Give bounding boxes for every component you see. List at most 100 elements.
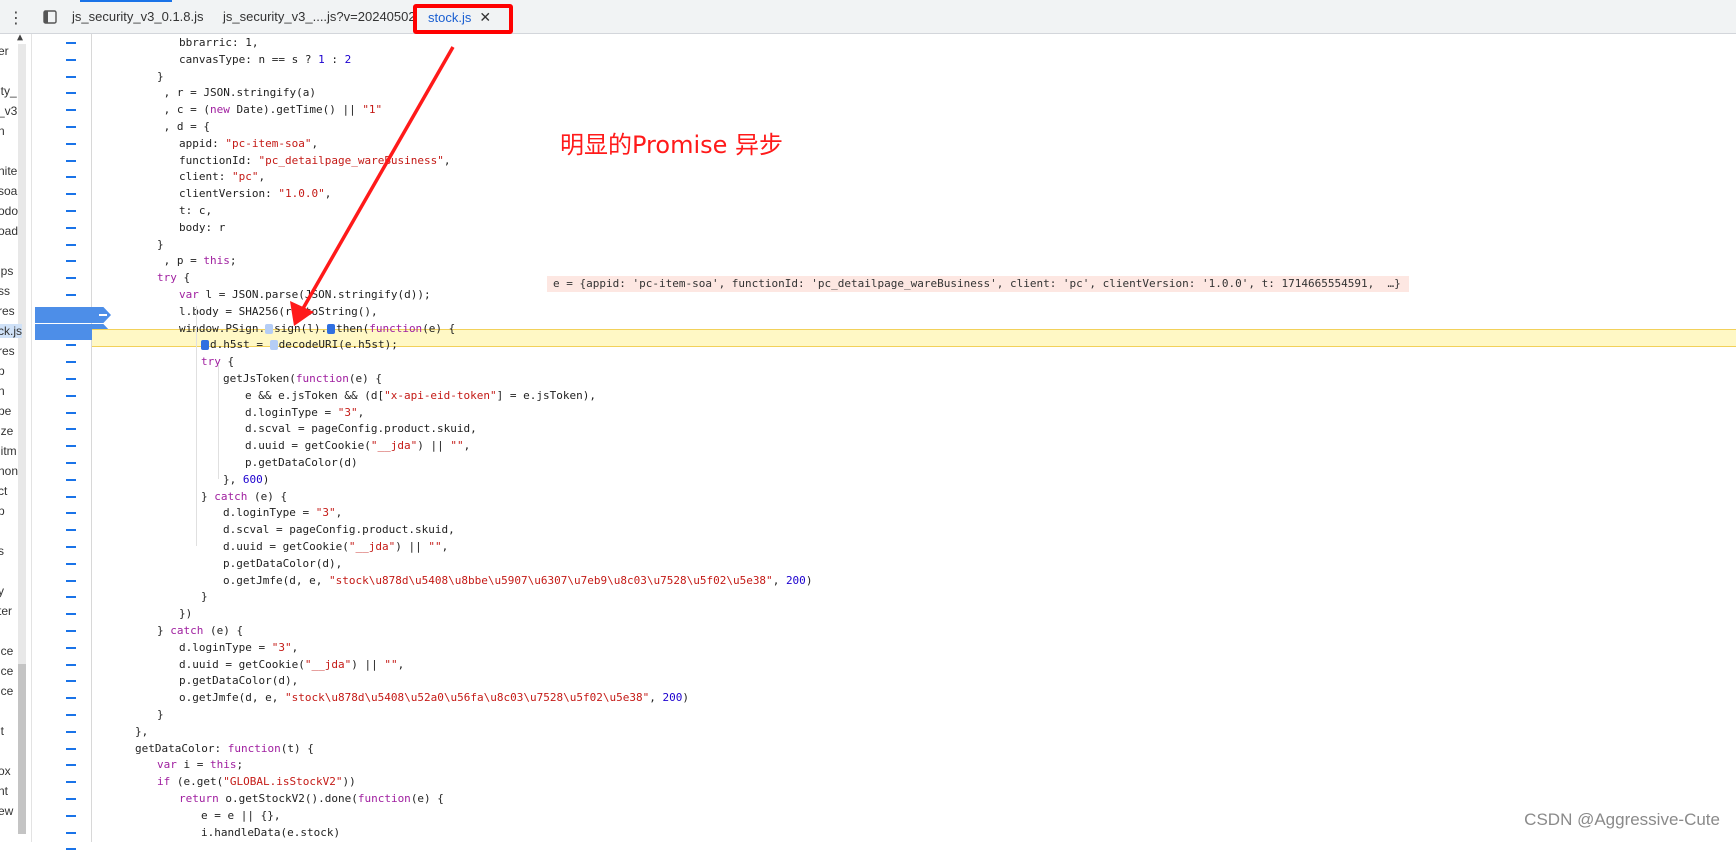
navigator-file-item[interactable]: n <box>0 124 5 138</box>
code-line[interactable]: body: r <box>179 219 225 236</box>
navigator-file-item[interactable]: p <box>0 504 5 518</box>
line-marker[interactable] <box>66 579 76 582</box>
line-marker[interactable] <box>66 764 76 767</box>
code-line[interactable]: } catch (e) { <box>201 488 287 505</box>
code-line[interactable]: } <box>157 706 164 723</box>
navigator-file-item[interactable]: ize <box>0 424 13 438</box>
line-marker[interactable] <box>66 58 76 61</box>
navigator-scrollbar-thumb[interactable] <box>18 664 26 834</box>
line-marker[interactable] <box>66 92 76 95</box>
tab-js-security-v3-versioned[interactable]: js_security_v3_....js?v=20240502 <box>223 0 416 34</box>
line-marker[interactable] <box>66 294 76 296</box>
line-marker[interactable] <box>66 630 76 632</box>
code-line[interactable]: clientVersion: "1.0.0", <box>179 185 331 202</box>
code-line[interactable]: var l = JSON.parse(JSON.stringify(d)); <box>179 286 431 303</box>
code-line[interactable]: appid: "pc-item-soa", <box>179 135 318 152</box>
code-line[interactable]: l.body = SHA256(r).toString(), <box>179 303 378 320</box>
line-marker[interactable] <box>66 831 76 834</box>
line-marker[interactable] <box>66 75 76 78</box>
code-line[interactable]: d.uuid = getCookie("__jda") || "", <box>245 437 470 454</box>
navigator-file-item[interactable]: ice <box>0 664 13 678</box>
navigator-file-item[interactable]: _v3 <box>0 104 17 118</box>
scroll-up-arrow-icon[interactable]: ▲ <box>17 34 23 43</box>
code-line[interactable]: d.loginType = "3", <box>245 404 364 421</box>
code-line[interactable]: bbrarric: 1, <box>179 34 258 51</box>
pause-point-icon[interactable] <box>265 323 274 334</box>
code-line[interactable]: } <box>157 236 164 253</box>
navigator-file-item[interactable]: y <box>0 584 4 598</box>
line-marker[interactable] <box>66 613 76 616</box>
navigator-file-item[interactable]: nt <box>0 784 8 798</box>
navigator-file-item[interactable]: nite <box>0 164 17 178</box>
code-line[interactable]: p.getDataColor(d), <box>179 672 298 689</box>
navigator-file-item[interactable]: ice <box>0 684 13 698</box>
code-line[interactable]: d.h5st = decodeURI(e.h5st); <box>201 336 398 353</box>
code-line[interactable]: i.handleData(e.stock) <box>201 824 340 841</box>
line-number-gutter[interactable] <box>32 34 111 850</box>
line-marker[interactable] <box>66 260 76 263</box>
line-marker[interactable] <box>66 142 76 145</box>
line-marker[interactable] <box>66 697 76 700</box>
navigator-file-item[interactable]: litm <box>0 444 17 458</box>
code-line[interactable]: client: "pc", <box>179 168 265 185</box>
code-line[interactable]: , p = this; <box>157 252 237 269</box>
code-line[interactable]: p.getDataColor(d), <box>223 555 342 572</box>
line-marker[interactable] <box>66 428 76 431</box>
code-line[interactable]: getJsToken(function(e) { <box>223 370 382 387</box>
code-line[interactable]: try { <box>157 269 190 286</box>
code-line[interactable]: window.PSign. sign(l). then(function(e) { <box>179 320 455 337</box>
navigator-file-item[interactable]: oad <box>0 224 18 238</box>
code-line[interactable]: d.scval = pageConfig.product.skuid, <box>223 521 455 538</box>
code-line[interactable]: } <box>201 588 208 605</box>
code-line[interactable]: }, 600) <box>223 471 269 488</box>
sidebar-toggle-icon[interactable] <box>40 0 60 34</box>
code-line[interactable]: getDataColor: function(t) { <box>135 740 314 757</box>
tab-stock-js[interactable]: stock.js ✕ <box>428 0 492 34</box>
code-line[interactable]: return o.getStockV2().done(function(e) { <box>179 790 444 807</box>
pause-point-icon[interactable] <box>327 323 336 334</box>
line-marker[interactable] <box>66 243 76 246</box>
navigator-file-item[interactable]: er <box>0 44 9 58</box>
navigator-file-item[interactable]: non <box>0 464 18 478</box>
code-line[interactable]: canvasType: n == s ? 1 : 2 <box>179 51 351 68</box>
code-editor[interactable]: bbrarric: 1, canvasType: n == s ? 1 : 2 } … <box>92 34 1736 842</box>
navigator-file-item[interactable]: ips <box>0 264 13 278</box>
code-line[interactable]: d.uuid = getCookie("__jda") || "", <box>179 656 404 673</box>
line-marker[interactable] <box>66 394 76 397</box>
close-icon[interactable]: ✕ <box>479 9 491 25</box>
line-marker[interactable] <box>66 193 76 196</box>
navigator-file-item[interactable]: soa <box>0 184 17 198</box>
line-marker[interactable] <box>66 462 76 464</box>
line-marker[interactable] <box>66 680 76 683</box>
code-line[interactable]: var i = this; <box>157 756 243 773</box>
navigator-file-item[interactable]: it <box>0 724 4 738</box>
navigator-file-item[interactable]: ew <box>0 804 13 818</box>
line-marker[interactable] <box>66 126 76 128</box>
tab-js-security-v3-0-1-8[interactable]: js_security_v3_0.1.8.js <box>72 0 204 34</box>
line-marker[interactable] <box>66 226 76 229</box>
line-marker[interactable] <box>66 747 76 750</box>
line-marker[interactable] <box>66 361 76 364</box>
code-line[interactable]: }, <box>135 723 148 740</box>
code-line[interactable]: t: c, <box>179 202 212 219</box>
code-line[interactable]: , c = (new Date).getTime() || "1" <box>157 101 383 118</box>
line-marker[interactable] <box>66 714 76 716</box>
navigator-file-item[interactable]: res <box>0 344 15 358</box>
code-line[interactable]: p.getDataColor(d) <box>245 454 358 471</box>
code-line[interactable]: d.uuid = getCookie("__jda") || "", <box>223 538 448 555</box>
line-marker[interactable] <box>66 478 76 481</box>
line-marker[interactable] <box>66 378 76 380</box>
line-marker[interactable] <box>66 730 76 733</box>
line-marker[interactable] <box>66 344 76 347</box>
line-marker[interactable] <box>66 159 76 162</box>
navigator-file-item[interactable]: ck.js <box>0 324 22 338</box>
pause-point-icon[interactable] <box>269 340 278 351</box>
code-line[interactable]: } catch (e) { <box>157 622 243 639</box>
code-line[interactable]: o.getJmfe(d, e, "stock\u878d\u5408\u52a0… <box>179 689 689 706</box>
code-line[interactable]: d.scval = pageConfig.product.skuid, <box>245 420 477 437</box>
code-line[interactable]: functionId: "pc_detailpage_wareBusiness"… <box>179 152 451 169</box>
line-marker[interactable] <box>66 529 76 532</box>
code-line[interactable]: , r = JSON.stringify(a) <box>157 84 316 101</box>
line-marker[interactable] <box>66 512 76 515</box>
navigator-file-item[interactable]: pe <box>0 404 11 418</box>
